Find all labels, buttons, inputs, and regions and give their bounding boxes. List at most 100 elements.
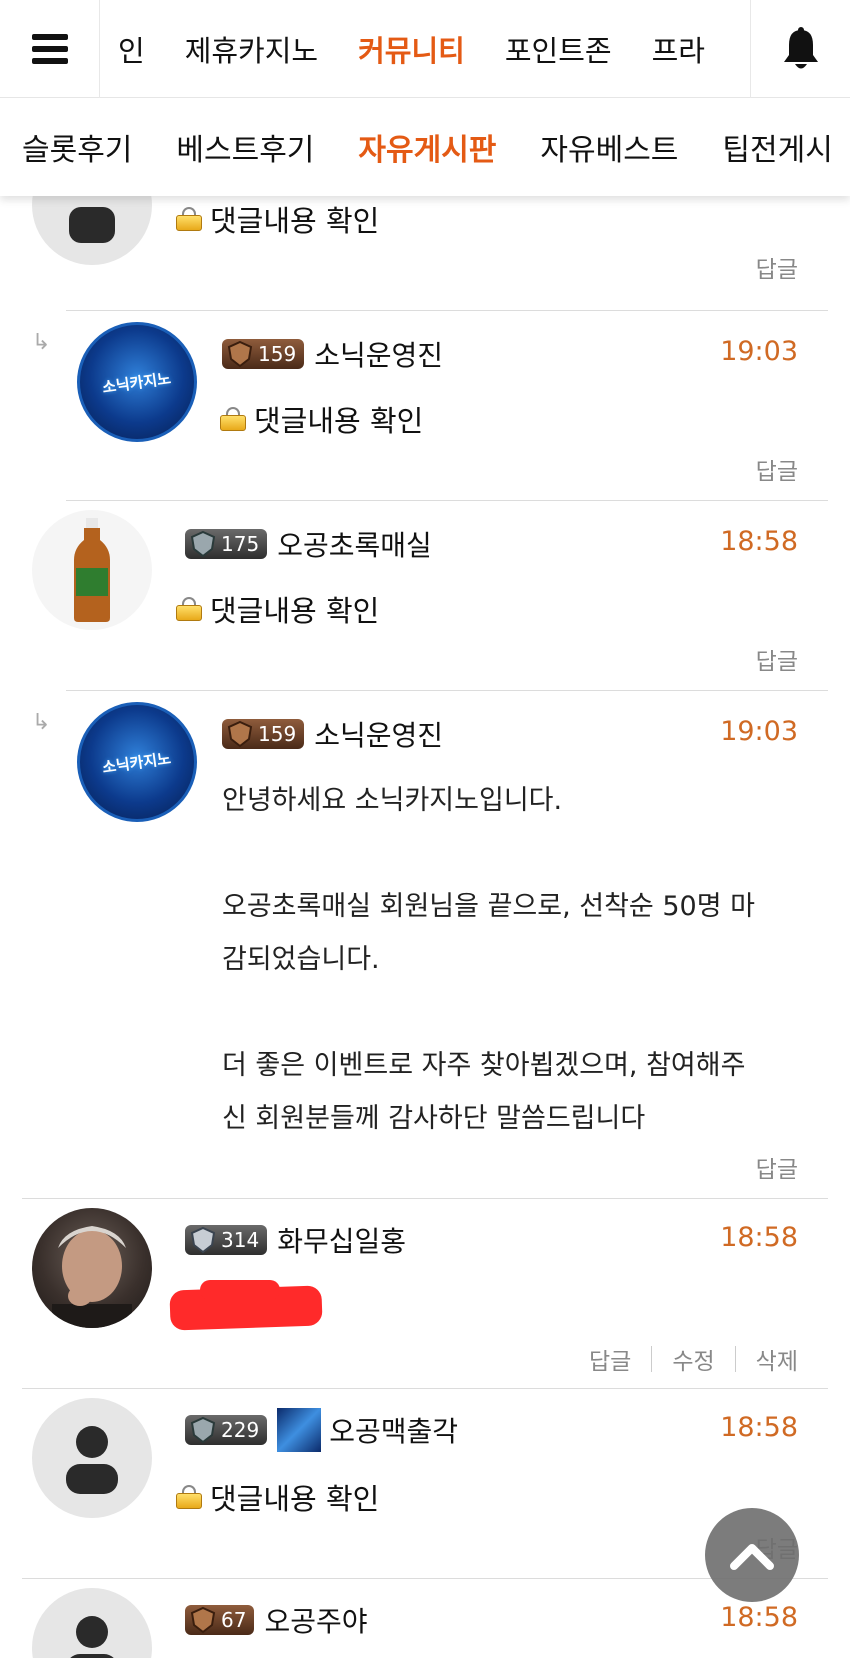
- comment-line: 오공초록매실 회원님을 끝으로, 선착순 50명 마: [222, 891, 755, 922]
- locked-comment-text: 댓글내용 확인: [210, 204, 380, 238]
- level-badge: 67: [185, 1605, 255, 1635]
- avatar[interactable]: [32, 1208, 152, 1328]
- lock-icon: [176, 597, 202, 621]
- profile-photo: [52, 1226, 132, 1328]
- level-number: 159: [258, 722, 297, 746]
- divider: [22, 1198, 828, 1199]
- reply-button[interactable]: 답글: [756, 642, 798, 676]
- comment-line: 신 회원분들께 감사하단 말씀드립니다: [222, 1103, 646, 1134]
- username[interactable]: 화무십일홍: [277, 1220, 406, 1260]
- divider: [66, 500, 828, 501]
- shield-icon: [190, 1416, 216, 1444]
- tab-free-board[interactable]: 자유게시판: [336, 125, 518, 169]
- comment-actions: 답글: [756, 452, 798, 486]
- timestamp: 19:03: [720, 336, 798, 367]
- comment-meta: 67 오공주야: [185, 1598, 368, 1642]
- menu-button[interactable]: [0, 0, 100, 98]
- level-number: 159: [258, 342, 297, 366]
- edit-button[interactable]: 수정: [672, 1342, 714, 1376]
- reply-arrow-icon: ↳: [32, 710, 51, 735]
- comment-actions: 답글: [756, 250, 798, 284]
- top-navigation: 인 제휴카지노 커뮤니티 포인트존 프라: [0, 0, 850, 98]
- comment-meta: 229 오공맥출각: [185, 1408, 458, 1452]
- comment-line: 감되었습니다.: [222, 944, 380, 975]
- tab-tip-board[interactable]: 팁전게시: [700, 125, 850, 169]
- avatar[interactable]: [32, 1398, 152, 1518]
- username[interactable]: 오공주야: [264, 1600, 367, 1640]
- reply-button[interactable]: 답글: [589, 1342, 631, 1376]
- level-badge: 175: [185, 529, 268, 559]
- chevron-up-icon: [730, 1544, 774, 1570]
- tab-partial-right[interactable]: 프라: [632, 28, 725, 70]
- comment-line: [222, 827, 792, 880]
- lock-icon: [176, 1485, 202, 1509]
- avatar[interactable]: 소닉카지노: [77, 322, 197, 442]
- locked-comment-text: 댓글내용 확인: [210, 594, 380, 628]
- divider: [66, 310, 828, 311]
- shield-icon: [190, 1606, 216, 1634]
- comment-body: 안녕하세요 소닉카지노입니다. 오공초록매실 회원님을 끝으로, 선착순 50명…: [222, 774, 792, 1145]
- lock-icon: [220, 407, 246, 431]
- shield-icon: [190, 1226, 216, 1254]
- redaction-mark: [200, 1280, 280, 1300]
- hamburger-icon: [31, 33, 68, 64]
- avatar[interactable]: [32, 1588, 152, 1658]
- divider: [22, 1578, 828, 1579]
- level-number: 175: [221, 532, 260, 556]
- locked-comment[interactable]: 댓글내용 확인: [220, 398, 423, 440]
- level-badge: 159: [222, 339, 305, 369]
- tab-partial-left[interactable]: 인: [100, 28, 165, 70]
- locked-comment[interactable]: 댓글내용 확인: [176, 198, 379, 240]
- reply-button[interactable]: 답글: [756, 250, 798, 284]
- shield-icon: [190, 530, 216, 558]
- lock-icon: [176, 207, 202, 231]
- username[interactable]: 소닉운영진: [314, 334, 443, 374]
- action-divider: [734, 1346, 736, 1372]
- locked-comment[interactable]: 댓글내용 확인: [176, 1476, 379, 1518]
- tab-best-reviews[interactable]: 베스트후기: [154, 125, 336, 169]
- reply-arrow-icon: ↳: [32, 330, 51, 355]
- tab-community[interactable]: 커뮤니티: [338, 28, 485, 70]
- locked-comment-text: 댓글내용 확인: [210, 1482, 380, 1516]
- avatar-logo-text: 소닉카지노: [101, 748, 173, 777]
- reply-button[interactable]: 답글: [756, 452, 798, 486]
- user-emblem-icon: [277, 1408, 322, 1452]
- level-badge: 229: [185, 1415, 268, 1445]
- main-tabs: 인 제휴카지노 커뮤니티 포인트존 프라: [100, 0, 750, 98]
- avatar[interactable]: 소닉카지노: [77, 702, 197, 822]
- comment-actions: 답글: [756, 1150, 798, 1184]
- divider: [22, 1388, 828, 1389]
- comment-meta: 159 소닉운영진: [222, 332, 443, 376]
- person-icon: [70, 1616, 114, 1658]
- action-divider: [651, 1346, 653, 1372]
- tab-point-zone[interactable]: 포인트존: [485, 28, 632, 70]
- scroll-top-button[interactable]: [705, 1508, 799, 1602]
- notification-button[interactable]: [750, 0, 850, 98]
- username[interactable]: 오공초록매실: [277, 524, 432, 564]
- tab-partner-casino[interactable]: 제휴카지노: [165, 28, 338, 70]
- avatar-logo-text: 소닉카지노: [101, 368, 173, 397]
- avatar[interactable]: [32, 510, 152, 630]
- tab-slot-reviews[interactable]: 슬롯후기: [0, 125, 154, 169]
- tab-free-best[interactable]: 자유베스트: [518, 125, 700, 169]
- timestamp: 18:58: [720, 1412, 798, 1443]
- comment-meta: 159 소닉운영진: [222, 712, 443, 756]
- sub-navigation: 슬롯후기 베스트후기 자유게시판 자유베스트 팁전게시: [0, 98, 850, 196]
- level-badge: 314: [185, 1225, 268, 1255]
- level-number: 229: [221, 1418, 260, 1442]
- locked-comment[interactable]: 댓글내용 확인: [176, 588, 379, 630]
- comment-line: 더 좋은 이벤트로 자주 찾아뵙겠으며, 참여해주: [222, 1050, 746, 1081]
- level-badge: 159: [222, 719, 305, 749]
- bell-icon: [783, 26, 818, 68]
- person-icon: [66, 1426, 118, 1494]
- delete-button[interactable]: 삭제: [756, 1342, 798, 1376]
- comment-meta: 175 오공초록매실: [185, 522, 432, 566]
- username[interactable]: 소닉운영진: [314, 714, 443, 754]
- comment-meta: 314 화무십일홍: [185, 1218, 406, 1262]
- timestamp: 18:58: [720, 526, 798, 557]
- reply-button[interactable]: 답글: [756, 1150, 798, 1184]
- shield-icon: [227, 340, 253, 368]
- username[interactable]: 오공맥출각: [329, 1410, 458, 1450]
- level-number: 314: [221, 1228, 260, 1252]
- divider: [66, 690, 828, 691]
